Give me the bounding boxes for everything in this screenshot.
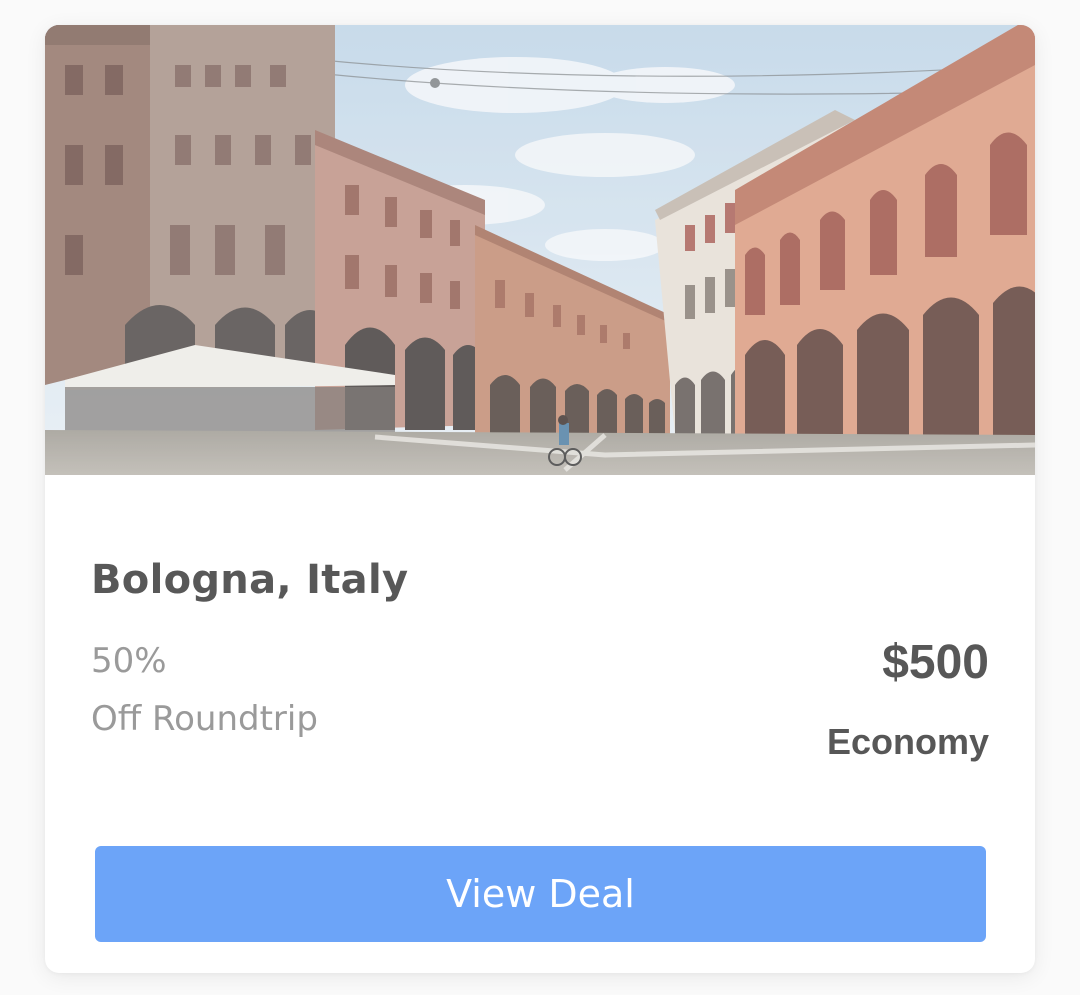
deal-card[interactable]: Bologna, Italy 50% Off Roundtrip $500 Ec… [45,25,1035,973]
discount-label: Off Roundtrip [91,699,318,739]
deal-price: $500 [882,636,989,689]
discount-percent: 50% [91,641,167,681]
fare-class: Economy [826,721,989,762]
destination-photo [45,25,1035,475]
destination-title: Bologna, Italy [91,557,409,603]
deal-details: Bologna, Italy 50% Off Roundtrip $500 Ec… [45,475,1035,973]
view-deal-button[interactable]: View Deal [95,846,986,942]
